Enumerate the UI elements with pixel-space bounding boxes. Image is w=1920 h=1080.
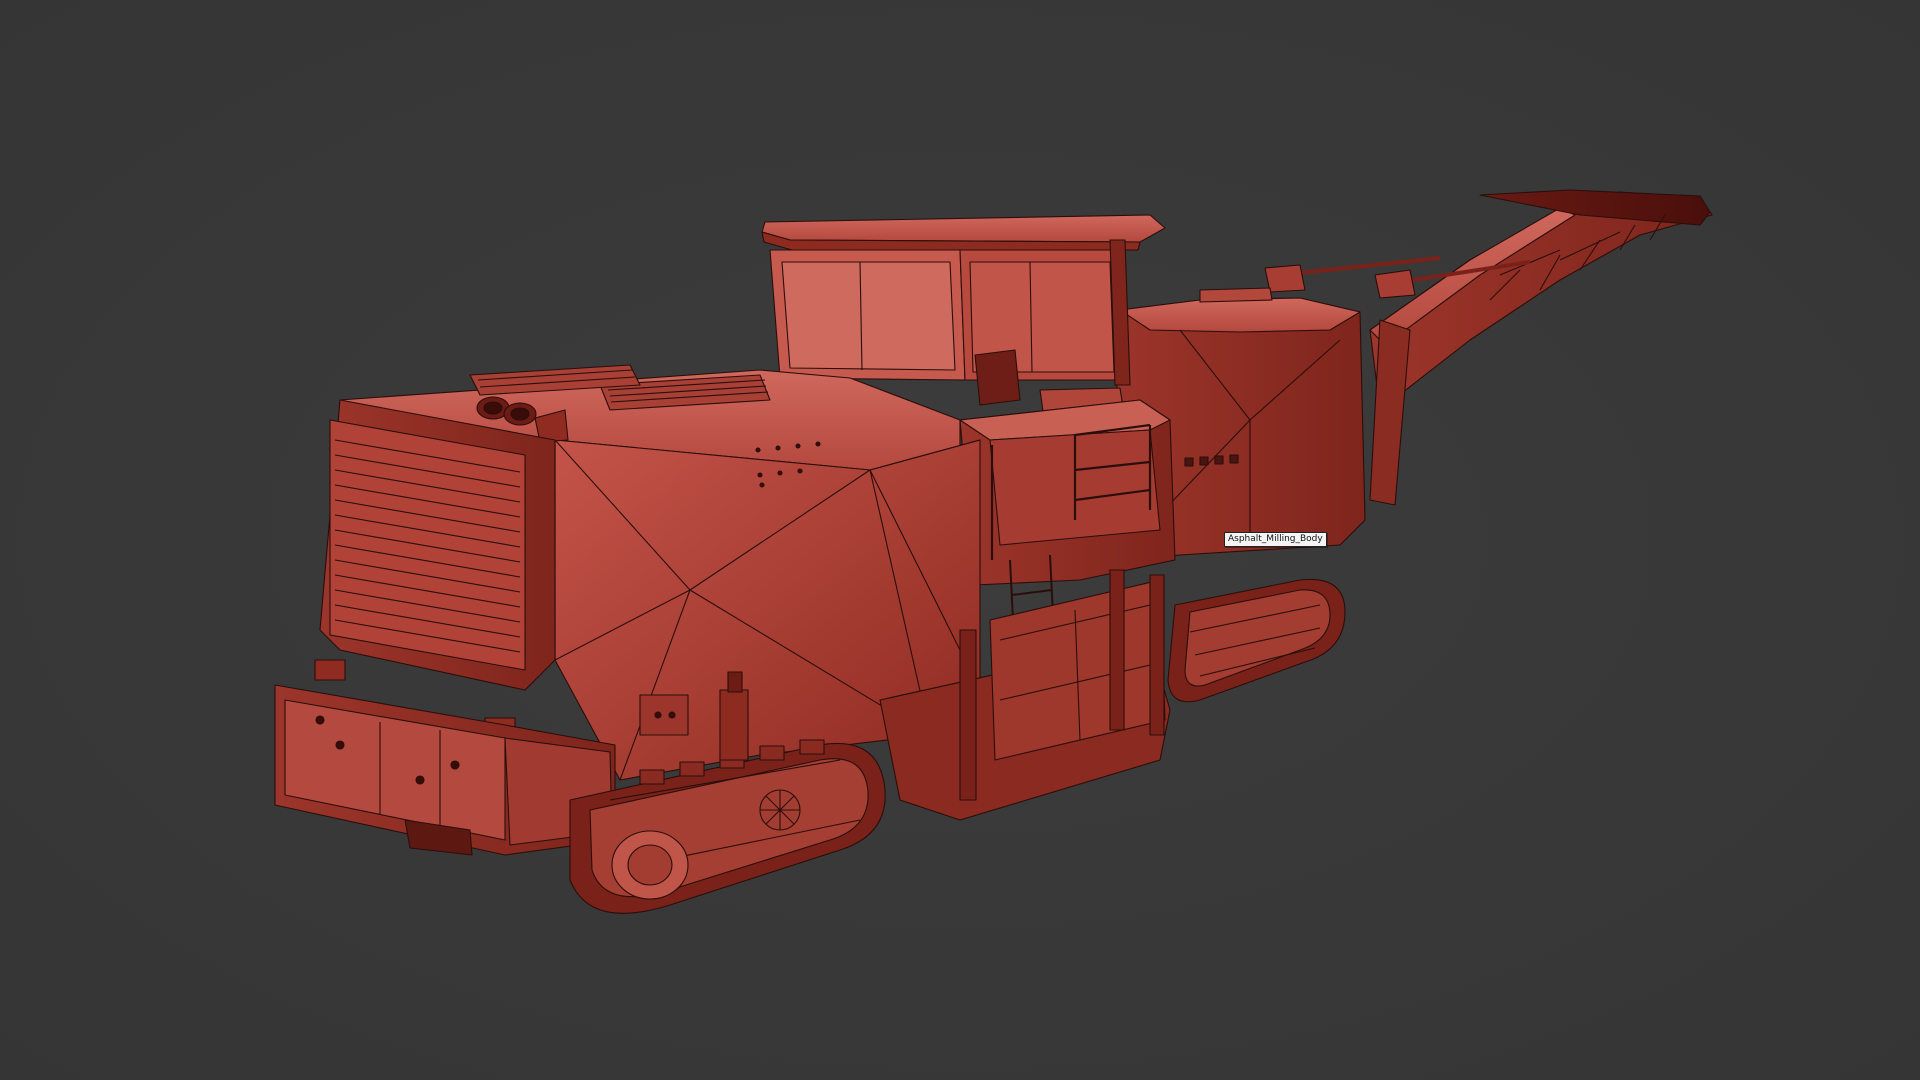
- rear-right-track: [1167, 578, 1346, 703]
- front-grille-block: [314, 399, 556, 741]
- front-bumper: [274, 684, 616, 856]
- 3d-viewport[interactable]: Asphalt_Milling_Body: [0, 0, 1920, 1080]
- object-name-tooltip: Asphalt_Milling_Body: [1224, 532, 1327, 547]
- milling-machine-model[interactable]: [0, 0, 1920, 1080]
